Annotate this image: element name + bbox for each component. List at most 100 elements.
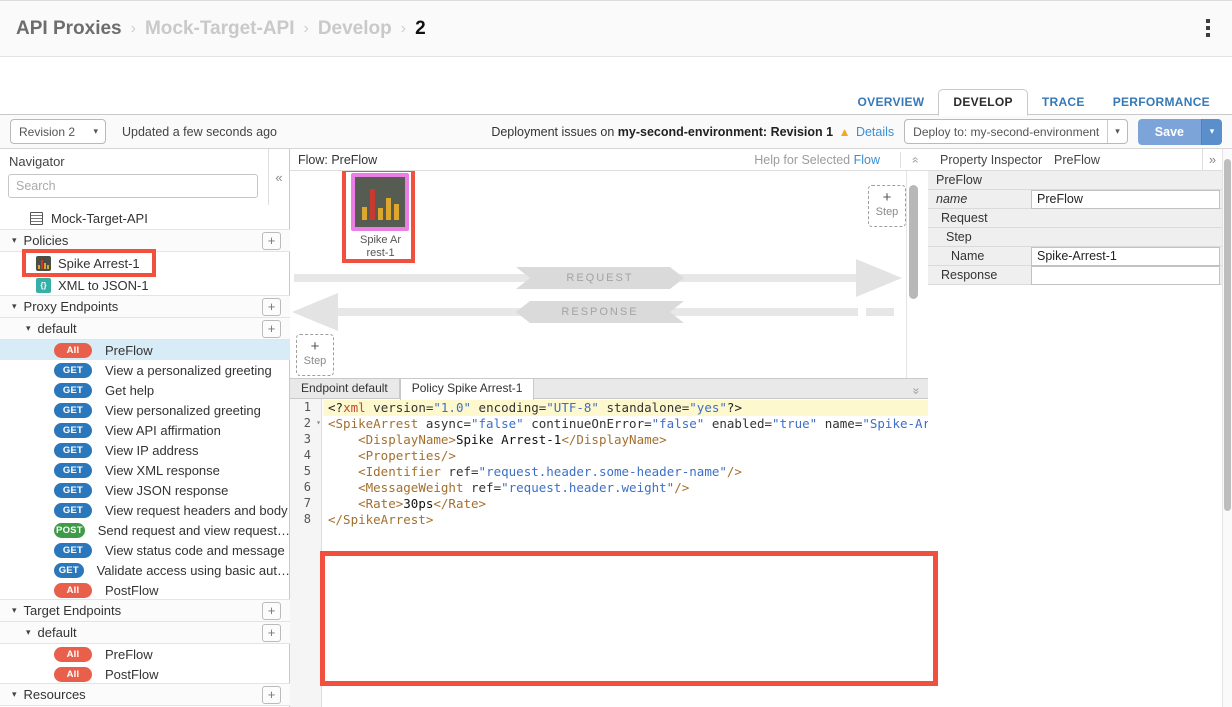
kebab-menu-icon[interactable]: [1206, 19, 1210, 37]
add-default-button[interactable]: +: [262, 624, 281, 642]
method-badge-get: GET: [54, 423, 92, 438]
spike-arrest-node[interactable]: [351, 173, 409, 231]
collapse-flow-icon[interactable]: »: [900, 152, 918, 168]
editor-collapse-icon[interactable]: »: [913, 382, 920, 400]
method-badge-all: All: [54, 583, 92, 598]
method-badge-get: GET: [54, 543, 92, 558]
tab-develop[interactable]: DEVELOP: [938, 89, 1027, 116]
code-gutter: 12▾345678: [290, 399, 322, 707]
deploy-to-select[interactable]: Deploy to: my-second-environment ▾: [904, 119, 1128, 144]
chevron-down-icon: ▾: [86, 126, 105, 137]
search-input[interactable]: [8, 174, 258, 198]
caret-down-icon[interactable]: ▾: [12, 605, 17, 616]
flow-postflow[interactable]: AllPostFlow: [0, 664, 290, 684]
flow-get-help[interactable]: GETGet help: [0, 380, 290, 400]
flow-label: PreFlow: [105, 647, 153, 662]
proxy-document-icon: [30, 212, 43, 225]
inspector-scrollbar-thumb[interactable]: [1224, 159, 1231, 511]
breadcrumb-develop[interactable]: Develop: [318, 18, 392, 40]
fold-icon[interactable]: ▾: [316, 415, 321, 431]
inspector-field-response[interactable]: [1031, 266, 1220, 285]
add-policies-button[interactable]: +: [262, 232, 281, 250]
flow-preflow[interactable]: AllPreFlow: [0, 644, 290, 664]
inspector-row-request: Request: [928, 209, 1222, 228]
caret-down-icon[interactable]: ▾: [12, 689, 17, 700]
caret-down-icon[interactable]: ▾: [12, 235, 17, 246]
flow-postflow[interactable]: AllPostFlow: [0, 580, 290, 600]
plus-icon: +: [297, 338, 333, 355]
inspector-label: Step: [928, 230, 972, 244]
add-proxy-endpoints-button[interactable]: +: [262, 298, 281, 316]
node-label: Spike Arrest-1: [333, 234, 428, 260]
collapse-inspector-icon[interactable]: »: [1202, 149, 1222, 170]
section-resources[interactable]: ▾Resources+: [0, 683, 290, 706]
add-resources-button[interactable]: +: [262, 686, 281, 704]
flow-view-api-affirmation[interactable]: GETView API affirmation: [0, 420, 290, 440]
save-button[interactable]: Save: [1138, 119, 1201, 145]
code-line-8[interactable]: </SpikeArrest>: [323, 512, 928, 528]
flow-label: PostFlow: [105, 667, 158, 682]
apigee-develop-page: API Proxies›Mock-Target-API›Develop›2 OV…: [0, 0, 1232, 707]
section-target-endpoints[interactable]: ▾Target Endpoints+: [0, 599, 290, 622]
code-line-1[interactable]: <?xml version="1.0" encoding="UTF-8" sta…: [323, 400, 928, 416]
flow-label: View a personalized greeting: [105, 363, 272, 378]
subsection-default[interactable]: ▾default+: [0, 317, 290, 340]
flow-view-ip-address[interactable]: GETView IP address: [0, 440, 290, 460]
save-options-caret[interactable]: ▾: [1201, 119, 1222, 145]
code-line-6[interactable]: <MessageWeight ref="request.header.weigh…: [323, 480, 928, 496]
code-line-5[interactable]: <Identifier ref="request.header.some-hea…: [323, 464, 928, 480]
caret-down-icon[interactable]: ▾: [12, 301, 17, 312]
flow-view-request-headers-and-body[interactable]: GETView request headers and body: [0, 500, 290, 520]
inspector-field-name[interactable]: Spike-Arrest-1: [1031, 247, 1220, 266]
flow-validate-access-using-basic-aut[interactable]: GETValidate access using basic aut…: [0, 560, 290, 580]
editor-tab-policy-spike-arrest-1[interactable]: Policy Spike Arrest-1: [400, 379, 535, 400]
inspector-label: Response: [928, 268, 997, 282]
flow-view-personalized-greeting[interactable]: GETView personalized greeting: [0, 400, 290, 420]
subsection-default[interactable]: ▾ default +: [0, 621, 290, 644]
tab-trace[interactable]: TRACE: [1028, 90, 1099, 115]
collapse-panel-icon[interactable]: «: [268, 149, 289, 205]
add-target-endpoints-button[interactable]: +: [262, 602, 281, 620]
breadcrumb-mock-target-api[interactable]: Mock-Target-API: [145, 18, 295, 40]
navigator-title: Navigator: [9, 154, 65, 169]
code-editor[interactable]: 12▾345678 <?xml version="1.0" encoding="…: [290, 399, 928, 707]
flow-help-link[interactable]: Flow: [854, 153, 880, 167]
code-line-3[interactable]: <DisplayName>Spike Arrest-1</DisplayName…: [323, 432, 928, 448]
code-line-2[interactable]: <SpikeArrest async="false" continueOnErr…: [323, 416, 928, 432]
flow-preflow[interactable]: AllPreFlow: [0, 340, 290, 360]
subsection-label: default: [38, 625, 77, 640]
flow-view-json-response[interactable]: GETView JSON response: [0, 480, 290, 500]
code-lines[interactable]: <?xml version="1.0" encoding="UTF-8" sta…: [323, 399, 928, 707]
flow-view-status-code-and-message[interactable]: GETView status code and message: [0, 540, 290, 560]
inspector-field-name[interactable]: PreFlow: [1031, 190, 1220, 209]
flow-view-xml-response[interactable]: GETView XML response: [0, 460, 290, 480]
policy-label: Spike Arrest-1: [58, 256, 140, 271]
section-policies[interactable]: ▾ Policies +: [0, 229, 290, 252]
flow-send-request-and-view-request[interactable]: POSTSend request and view request…: [0, 520, 290, 540]
policy-xml-to-json-1[interactable]: {}XML to JSON-1: [0, 274, 290, 296]
add-step-button[interactable]: + Step: [868, 185, 906, 227]
caret-down-icon[interactable]: ▾: [26, 323, 31, 334]
section-proxy-endpoints[interactable]: ▾Proxy Endpoints+: [0, 295, 290, 318]
flow-header: Flow: PreFlow Help for Selected Flow »: [290, 149, 928, 171]
section-label: Policies: [24, 233, 69, 248]
property-inspector-panel: Property Inspector PreFlow » PreFlowname…: [928, 149, 1232, 707]
code-line-7[interactable]: <Rate>30ps</Rate>: [323, 496, 928, 512]
flow-scrollbar-thumb[interactable]: [909, 185, 918, 299]
flow-view-a-personalized-greeting[interactable]: GETView a personalized greeting: [0, 360, 290, 380]
add-step-button[interactable]: + Step: [296, 334, 334, 376]
add-default-button[interactable]: +: [262, 320, 281, 338]
property-inspector-header: Property Inspector PreFlow »: [928, 149, 1222, 171]
item-mock-target-api[interactable]: Mock-Target-API: [0, 206, 290, 230]
deploy-to-select-value: Deploy to: my-second-environment: [905, 125, 1107, 139]
tab-performance[interactable]: PERFORMANCE: [1099, 90, 1224, 115]
details-link[interactable]: Details: [856, 125, 894, 139]
code-line-4[interactable]: <Properties/>: [323, 448, 928, 464]
revision-select[interactable]: Revision 2 ▾: [10, 119, 106, 144]
tab-overview[interactable]: OVERVIEW: [844, 90, 939, 115]
breadcrumb-api-proxies[interactable]: API Proxies: [16, 18, 122, 40]
editor-tab-endpoint-default[interactable]: Endpoint default: [290, 379, 400, 399]
flow-label: Validate access using basic aut…: [97, 563, 290, 578]
caret-down-icon[interactable]: ▾: [26, 627, 31, 638]
policy-spike-arrest-1[interactable]: Spike Arrest-1: [0, 252, 290, 274]
